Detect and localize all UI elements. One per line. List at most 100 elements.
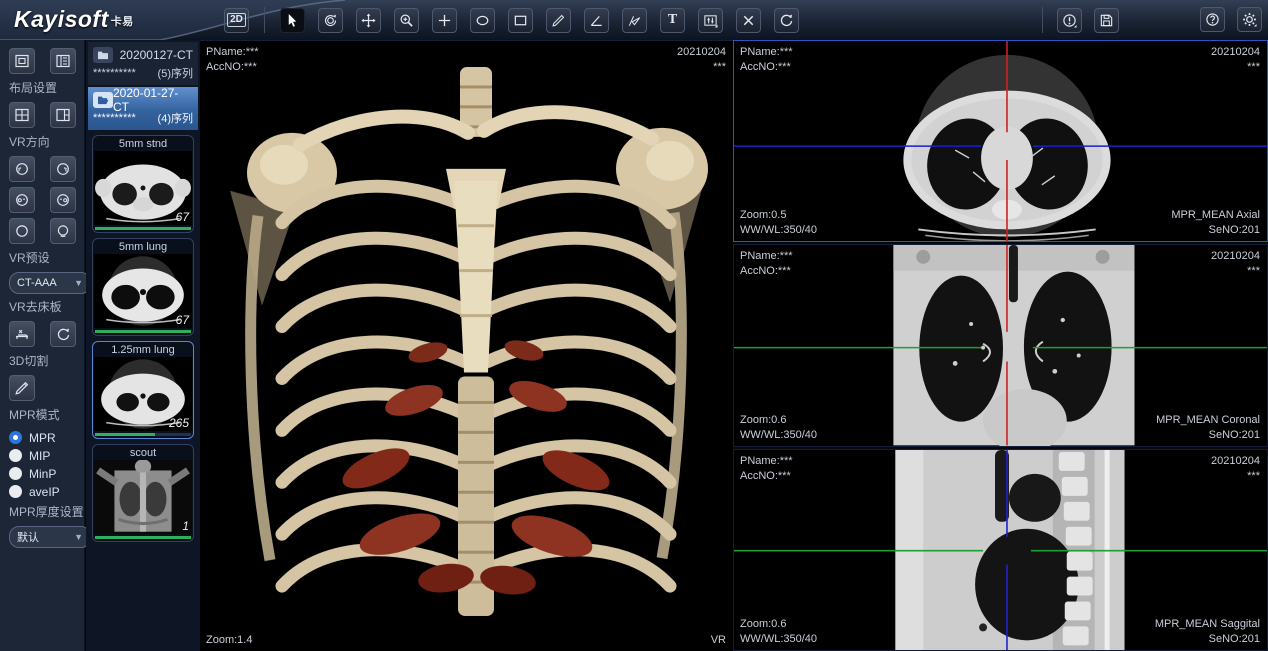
tool-cursor-button[interactable] (280, 8, 305, 33)
save-button[interactable] (1094, 8, 1119, 33)
tool-crosshair-button[interactable] (432, 8, 457, 33)
info-button[interactable] (1057, 8, 1082, 33)
mpr-mode-option-mpr[interactable]: MPR (9, 429, 76, 446)
length-measure-icon (551, 13, 566, 28)
vr-debed-label: VR去床板 (9, 298, 76, 315)
layout-panel-toggle-button[interactable] (50, 48, 76, 74)
radio-checked-icon (9, 431, 22, 444)
vr-preset-label: VR预设 (9, 249, 76, 266)
tool-rotate-3d-button[interactable] (318, 8, 343, 33)
series-thumbnail-5mm-stnd[interactable]: 5mm stnd 67 (92, 135, 194, 233)
brand-logo: Kayisoft卡易 (14, 6, 134, 33)
coronal-ct-graphic (734, 245, 1267, 445)
study-item-1[interactable]: 20200127-CT ********** (5)序列 (88, 42, 198, 85)
split-1-2-icon (55, 107, 71, 123)
mpr-coronal-viewport[interactable]: PName:*** AccNO:*** 20210204 *** Zoom:0.… (733, 244, 1268, 446)
tool-length-measure-button[interactable] (546, 8, 571, 33)
thumbnail-image: 265 (94, 357, 192, 431)
tool-2d-mode-button[interactable]: 2D (224, 8, 249, 33)
thumbnail-image-number: 265 (169, 416, 189, 430)
settings-button[interactable] (1237, 7, 1262, 32)
tool-rect-roi-button[interactable] (508, 8, 533, 33)
zoom-icon (399, 13, 414, 28)
vr-head-oblique-right-button[interactable] (50, 187, 76, 213)
help-button[interactable] (1200, 7, 1225, 32)
thumbnail-label: 5mm stnd (94, 137, 192, 151)
tool-delete-button[interactable] (736, 8, 761, 33)
layout-panel-icon (55, 53, 71, 69)
layout-single-view-button[interactable] (9, 48, 35, 74)
thumbnail-image: 67 (94, 151, 192, 225)
radio-icon (9, 467, 22, 480)
layout-section-label: 布局设置 (9, 79, 76, 96)
tool-ellipse-roi-button[interactable] (470, 8, 495, 33)
thumbnail-image-number: 67 (176, 313, 189, 327)
chevron-down-icon: ▼ (74, 278, 83, 288)
layout-split-1-2-button[interactable] (50, 102, 76, 128)
top-bar: Kayisoft卡易 2D (0, 0, 1268, 40)
vr-head-anterior-right-button[interactable] (50, 156, 76, 182)
mpr-column: PName:*** AccNO:*** 20210204 *** Zoom:0.… (733, 40, 1268, 651)
head-inferior-icon (55, 223, 71, 239)
reset-icon (56, 327, 71, 342)
thumbnail-image-number: 67 (176, 210, 189, 224)
study-date: 20200127-CT (120, 48, 193, 62)
series-thumbnail-scout[interactable]: scout 1 (92, 444, 194, 542)
app-root: Kayisoft卡易 2D (0, 0, 1268, 651)
cobb-angle-icon (627, 13, 642, 28)
head-oblique-left-icon (14, 192, 30, 208)
cut3d-pencil-button[interactable] (9, 375, 35, 401)
left-sidebar: 布局设置 VR方向 (0, 40, 85, 651)
series-thumbnail-5mm-lung[interactable]: 5mm lung 67 (92, 238, 194, 336)
head-anterior-right-icon (55, 161, 71, 177)
tool-text-annotation-button[interactable]: T (660, 8, 685, 33)
tool-zoom-button[interactable] (394, 8, 419, 33)
text-annotation-icon: T (668, 12, 677, 28)
vr-head-anterior-left-button[interactable] (9, 156, 35, 182)
vr-head-oblique-left-button[interactable] (9, 187, 35, 213)
study-item-2-selected[interactable]: 2020-01-27-CT ********** (4)序列 (88, 87, 198, 130)
study-patient-masked: ********** (93, 67, 136, 79)
thumbnail-progress (95, 433, 191, 436)
tool-cobb-angle-button[interactable] (622, 8, 647, 33)
thumbnail-progress (95, 536, 191, 539)
toolbar-secondary (1040, 7, 1119, 33)
vr-preset-select[interactable]: CT-AAA▼ (9, 272, 91, 294)
mpr-thickness-select[interactable]: 默认▼ (9, 526, 91, 548)
remove-bed-button[interactable] (9, 321, 35, 347)
brand-text-cn: 卡易 (111, 16, 134, 28)
vr-ribcage-graphic (200, 41, 733, 651)
vr-head-superior-button[interactable] (9, 218, 35, 244)
debed-reset-button[interactable] (50, 321, 76, 347)
study-patient-masked: ********** (93, 112, 136, 124)
layout-grid-2x2-button[interactable] (9, 102, 35, 128)
vr-viewport[interactable]: PName:*** AccNO:*** 20210204 *** Zoom:1.… (200, 40, 733, 651)
series-thumbnail-1-25mm-lung[interactable]: 1.25mm lung 265 (92, 341, 194, 439)
thumbnail-image-number: 1 (182, 519, 189, 533)
crosshair-icon (437, 13, 452, 28)
tool-pan-button[interactable] (356, 8, 381, 33)
help-icon (1205, 12, 1220, 27)
mpr-mode-option-aveip[interactable]: aveIP (9, 483, 76, 500)
thumbnail-label: scout (94, 446, 192, 460)
vr-direction-label: VR方向 (9, 133, 76, 150)
mpr-thickness-value: 默认 (17, 529, 39, 545)
tool-window-level-button[interactable] (698, 8, 723, 33)
folder-closed-icon (93, 47, 113, 63)
tool-angle-measure-button[interactable] (584, 8, 609, 33)
vr-head-inferior-button[interactable] (50, 218, 76, 244)
rotate-3d-icon (323, 13, 338, 28)
angle-measure-icon (589, 13, 604, 28)
grid-2x2-icon (14, 107, 30, 123)
mpr-sagittal-viewport[interactable]: PName:*** AccNO:*** 20210204 *** Zoom:0.… (733, 449, 1268, 651)
tool-reset-button[interactable] (774, 8, 799, 33)
mpr-mode-option-mip[interactable]: MIP (9, 447, 76, 464)
pan-icon (361, 13, 376, 28)
mpr-axial-viewport[interactable]: PName:*** AccNO:*** 20210204 *** Zoom:0.… (733, 40, 1268, 242)
study-series-count: (4)序列 (158, 110, 193, 126)
main-toolbar: 2D (224, 7, 799, 33)
ellipse-roi-icon (475, 13, 490, 28)
thumbnail-image: 67 (94, 254, 192, 328)
mpr-mode-option-minp[interactable]: MinP (9, 465, 76, 482)
save-icon (1099, 13, 1114, 28)
